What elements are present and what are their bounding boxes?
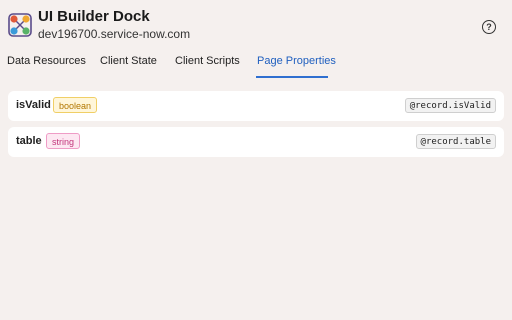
help-icon[interactable]: ? xyxy=(482,20,496,34)
tab-data-resources[interactable]: Data Resources xyxy=(7,55,86,67)
property-row[interactable]: table string @record.table xyxy=(8,127,504,157)
tab-client-state[interactable]: Client State xyxy=(100,55,157,67)
tab-client-scripts[interactable]: Client Scripts xyxy=(175,55,240,67)
tab-bar: Data Resources Client State Client Scrip… xyxy=(0,50,512,78)
type-badge: string xyxy=(46,133,81,149)
instance-host: dev196700.service-now.com xyxy=(38,27,191,41)
property-row[interactable]: isValid boolean @record.isValid xyxy=(8,91,504,121)
property-name: isValid xyxy=(16,99,51,111)
tab-page-properties[interactable]: Page Properties xyxy=(257,55,336,67)
app-title: UI Builder Dock xyxy=(38,8,150,25)
type-badge: boolean xyxy=(53,97,98,113)
property-name: table xyxy=(16,135,42,147)
binding-expression: @record.isValid xyxy=(404,98,496,113)
active-tab-indicator xyxy=(256,76,328,78)
network-nodes-icon xyxy=(8,13,32,37)
app-header: UI Builder Dock dev196700.service-now.co… xyxy=(0,0,512,48)
binding-expression: @record.table xyxy=(415,134,496,149)
